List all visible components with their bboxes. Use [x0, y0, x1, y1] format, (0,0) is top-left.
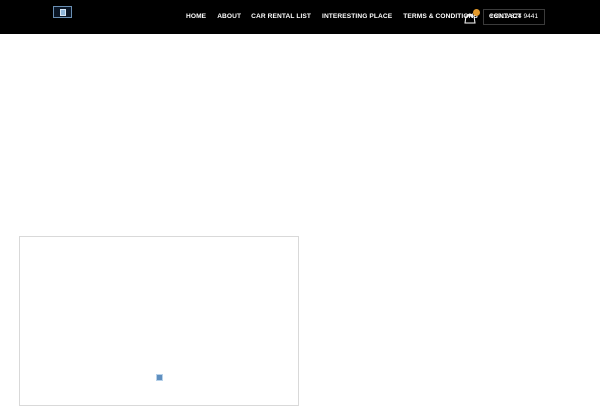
cart-count-badge: [473, 9, 480, 16]
content-card: [19, 236, 299, 406]
nav-item-car-rental-list[interactable]: CAR RENTAL LIST: [251, 13, 311, 20]
nav-item-interesting-place[interactable]: INTERESTING PLACE: [322, 13, 392, 20]
broken-image-icon: [156, 374, 163, 381]
nav-item-about[interactable]: ABOUT: [217, 13, 241, 20]
nav-item-home[interactable]: HOME: [186, 13, 206, 20]
site-header: HOME ABOUT CAR RENTAL LIST INTERESTING P…: [0, 0, 600, 34]
site-logo-icon: [59, 8, 66, 16]
site-logo[interactable]: [53, 6, 72, 18]
phone-button[interactable]: +6012-624 9441: [483, 9, 545, 25]
